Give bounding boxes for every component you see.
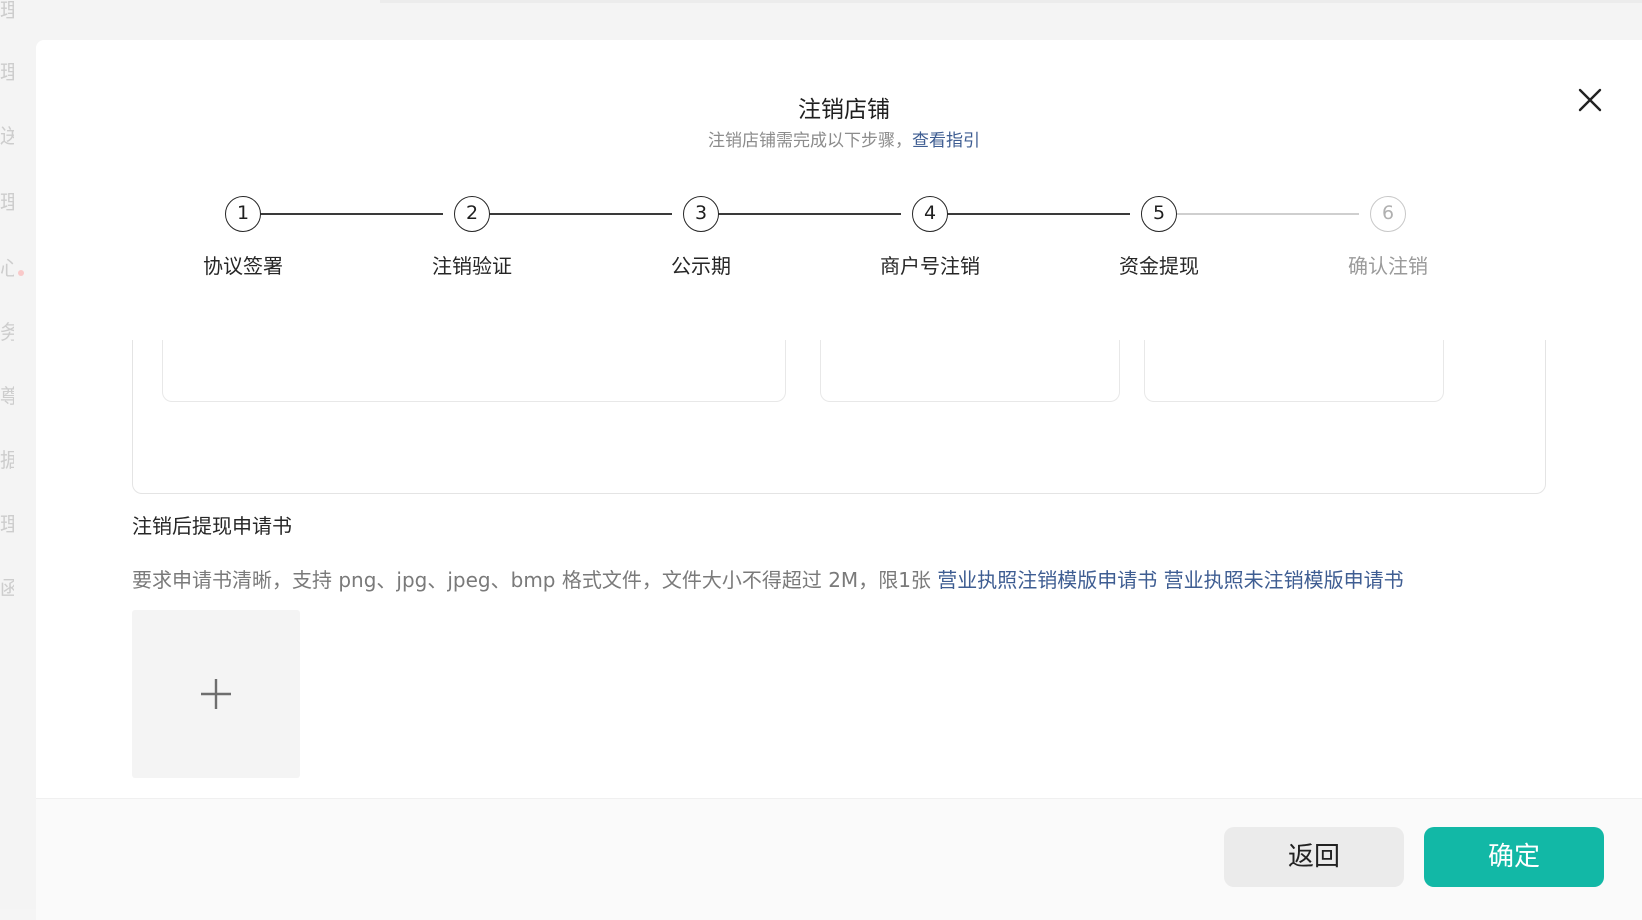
top-strip xyxy=(380,0,1642,3)
step-2-label: 注销验证 xyxy=(432,254,512,278)
plus-icon xyxy=(201,679,231,709)
sidebar-glyph: 理 xyxy=(0,190,14,214)
licensed-template-link[interactable]: 营业执照注销模版申请书 xyxy=(937,568,1157,592)
step-6-circle: 6 xyxy=(1370,196,1406,232)
info-subcard xyxy=(162,340,786,402)
confirm-button[interactable]: 确定 xyxy=(1424,827,1604,887)
step-1-label: 协议签署 xyxy=(203,254,283,278)
upload-requirements: 要求申请书清晰，支持 png、jpg、jpeg、bmp 格式文件，文件大小不得超… xyxy=(132,564,1404,593)
sidebar-glyph: 函 xyxy=(0,576,14,600)
close-store-modal: 注销店铺 注销店铺需完成以下步骤，查看指引 1 2 3 4 5 6 协议签署 注… xyxy=(36,40,1642,920)
step-4-circle: 4 xyxy=(912,196,948,232)
step-connector xyxy=(1166,213,1359,215)
step-connector xyxy=(479,213,672,215)
step-2-circle: 2 xyxy=(454,196,490,232)
notification-dot xyxy=(18,270,24,276)
info-subcard xyxy=(820,340,1120,402)
sidebar-glyph: 送 xyxy=(0,124,14,148)
step-connector xyxy=(708,213,901,215)
sidebar-glyph: 理 xyxy=(0,512,14,536)
withdrawal-form-title: 注销后提现申请书 xyxy=(132,514,292,538)
step-5-circle: 5 xyxy=(1141,196,1177,232)
step-5-label: 资金提现 xyxy=(1119,254,1199,278)
step-3-label: 公示期 xyxy=(671,254,731,278)
modal-footer: 返回 确定 xyxy=(36,798,1642,920)
step-connector xyxy=(250,213,443,215)
info-subcard xyxy=(1144,340,1444,402)
upload-button[interactable] xyxy=(132,610,300,778)
sidebar-glyph: 据 xyxy=(0,448,14,472)
step-6-label: 确认注销 xyxy=(1348,254,1428,278)
step-connector xyxy=(937,213,1130,215)
progress-steps: 1 2 3 4 5 6 协议签署 注销验证 公示期 商户号注销 资金提现 确认注… xyxy=(36,40,1642,340)
sidebar-glyph: 理 xyxy=(0,60,14,84)
back-button[interactable]: 返回 xyxy=(1224,827,1404,887)
step-3-circle: 3 xyxy=(683,196,719,232)
requirements-text: 要求申请书清晰，支持 png、jpg、jpeg、bmp 格式文件，文件大小不得超… xyxy=(132,568,931,592)
unlicensed-template-link[interactable]: 营业执照未注销模版申请书 xyxy=(1164,568,1404,592)
step-1-circle: 1 xyxy=(225,196,261,232)
step-4-label: 商户号注销 xyxy=(880,254,980,278)
sidebar-glyph: 心 xyxy=(0,256,14,280)
sidebar-glyph: 尊 xyxy=(0,384,14,408)
sidebar-glyph: 理 xyxy=(0,0,14,22)
sidebar-glyph: 务 xyxy=(0,320,14,344)
